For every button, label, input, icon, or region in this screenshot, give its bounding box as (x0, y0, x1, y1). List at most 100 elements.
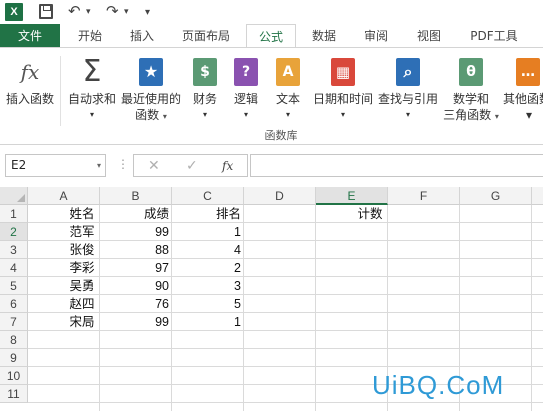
recently-used-button[interactable]: ★ 最近使用的 函数 ▾ (118, 48, 184, 128)
question-book-icon: ? (234, 58, 258, 86)
text-caret: ▾ (285, 110, 290, 119)
site-watermark: UiBQ.CoM (372, 370, 505, 400)
recently-used-label2: 函数 ▾ (135, 108, 167, 122)
row-header-9[interactable]: 9 (0, 349, 28, 367)
more-functions-button[interactable]: … 其他函数 ▾ (500, 48, 543, 128)
excel-logo-icon: X (5, 3, 23, 21)
math-trig-label: 数学和 (452, 92, 489, 106)
name-box-value: E2 (11, 158, 27, 172)
logical-caret: ▾ (243, 110, 248, 119)
more-functions-caret: ▾ (526, 108, 533, 122)
tab-file[interactable]: 文件 (0, 24, 60, 48)
cell-c3[interactable]: 4 (172, 241, 244, 259)
cell-c7[interactable]: 1 (172, 313, 244, 331)
autosum-button[interactable]: Σ 自动求和 ▾ (64, 48, 120, 128)
coins-icon: $ (193, 58, 217, 86)
customize-toolbar-icon[interactable]: ▾ (145, 3, 150, 23)
logical-button[interactable]: ? 逻辑 ▾ (228, 48, 264, 128)
cell-b6[interactable]: 76 (100, 295, 172, 313)
sigma-icon: Σ (82, 54, 102, 89)
row-header-3[interactable]: 3 (0, 241, 28, 259)
redo-dropdown-icon[interactable]: ▾ (124, 2, 129, 22)
tab-pdf-tools[interactable]: PDF工具 (461, 24, 527, 48)
insert-function-label: 插入函数 (5, 92, 54, 106)
row-header-5[interactable]: 5 (0, 277, 28, 295)
cell-c1[interactable]: 排名 (172, 205, 244, 223)
cell-b1[interactable]: 成绩 (100, 205, 172, 223)
undo-dropdown-icon[interactable]: ▾ (86, 2, 91, 22)
column-header-d[interactable]: D (244, 187, 316, 205)
name-box-dropdown-icon[interactable]: ▾ (97, 155, 101, 176)
tab-data[interactable]: 数据 (302, 24, 346, 48)
formula-input[interactable] (250, 154, 543, 177)
logical-label: 逻辑 (233, 92, 258, 106)
cell-b5[interactable]: 90 (100, 277, 172, 295)
ribbon-divider (60, 56, 61, 126)
ribbon-formulas: fx 插入函数 Σ 自动求和 ▾ ★ 最近使用的 函数 ▾ $ 财务 ▾ ? 逻… (0, 47, 543, 145)
text-book-icon: A (276, 58, 300, 86)
formula-bar: E2 ▾ ⋮ ✕ ✓ fx (0, 145, 543, 187)
cell-b3[interactable]: 88 (100, 241, 172, 259)
row-header-8[interactable]: 8 (0, 331, 28, 349)
cell-c4[interactable]: 2 (172, 259, 244, 277)
magnifier-book-icon: ⌕ (396, 58, 420, 86)
save-icon[interactable] (39, 4, 53, 19)
row-header-6[interactable]: 6 (0, 295, 28, 313)
math-trig-label2: 三角函数 ▾ (443, 108, 499, 122)
row-header-2[interactable]: 2 (0, 223, 28, 241)
recently-used-label: 最近使用的 (120, 92, 181, 106)
row-header-7[interactable]: 7 (0, 313, 28, 331)
undo-icon[interactable]: ↶ (68, 1, 81, 21)
cell-b4[interactable]: 97 (100, 259, 172, 277)
cell-c2[interactable]: 1 (172, 223, 244, 241)
autosum-label: 自动求和 (67, 92, 116, 106)
tab-formulas[interactable]: 公式 (246, 24, 296, 49)
row-header-4[interactable]: 4 (0, 259, 28, 277)
select-all-button[interactable] (0, 187, 28, 205)
quick-access-toolbar: X ↶ ▾ ↷ ▾ ▾ (0, 0, 543, 24)
autosum-caret: ▾ (89, 110, 94, 119)
text-button[interactable]: A 文本 ▾ (270, 48, 306, 128)
column-header-h[interactable] (532, 187, 543, 205)
row-header-1[interactable]: 1 (0, 205, 28, 223)
cell-c5[interactable]: 3 (172, 277, 244, 295)
enter-icon[interactable]: ✓ (186, 156, 198, 176)
lookup-reference-label: 查找与引用 (377, 92, 438, 106)
cell-b7[interactable]: 99 (100, 313, 172, 331)
date-time-button[interactable]: ▦ 日期和时间 ▾ (310, 48, 376, 128)
row-header-10[interactable]: 10 (0, 367, 28, 385)
column-header-a[interactable]: A (28, 187, 100, 205)
cell-b2[interactable]: 99 (100, 223, 172, 241)
redo-icon[interactable]: ↷ (106, 1, 119, 21)
insert-function-button[interactable]: fx 插入函数 (0, 48, 60, 128)
tab-review[interactable]: 审阅 (354, 24, 398, 48)
date-time-label: 日期和时间 (312, 92, 373, 106)
tab-home[interactable]: 开始 (68, 24, 112, 48)
date-time-caret: ▾ (340, 110, 345, 119)
column-header-f[interactable]: F (388, 187, 460, 205)
cancel-icon[interactable]: ✕ (148, 156, 160, 176)
ribbon-tabs: 文件 开始 插入 页面布局 公式 数据 审阅 视图 PDF工具 (0, 24, 543, 49)
resize-handle-icon[interactable]: ⋮ (117, 157, 129, 171)
financial-caret: ▾ (202, 110, 207, 119)
insert-function-icon[interactable]: fx (222, 156, 233, 176)
column-header-b[interactable]: B (100, 187, 172, 205)
name-box[interactable]: E2 ▾ (5, 154, 106, 177)
column-header-c[interactable]: C (172, 187, 244, 205)
math-trig-button[interactable]: θ 数学和 三角函数 ▾ (442, 48, 500, 128)
column-header-g[interactable]: G (460, 187, 532, 205)
more-functions-icon: … (516, 58, 540, 86)
star-book-icon: ★ (139, 58, 163, 86)
column-header-e[interactable]: E (316, 187, 388, 205)
lookup-reference-button[interactable]: ⌕ 查找与引用 ▾ (374, 48, 442, 128)
lookup-reference-caret: ▾ (405, 110, 410, 119)
tab-insert[interactable]: 插入 (120, 24, 164, 48)
financial-button[interactable]: $ 财务 ▾ (188, 48, 222, 128)
cell-c6[interactable]: 5 (172, 295, 244, 313)
formula-buttons: ✕ ✓ fx (133, 154, 248, 177)
tab-view[interactable]: 视图 (407, 24, 451, 48)
row-header-11[interactable]: 11 (0, 385, 28, 403)
cell-e1[interactable]: 计数 (316, 205, 424, 223)
tab-page-layout[interactable]: 页面布局 (172, 24, 240, 48)
calendar-icon: ▦ (331, 58, 355, 86)
